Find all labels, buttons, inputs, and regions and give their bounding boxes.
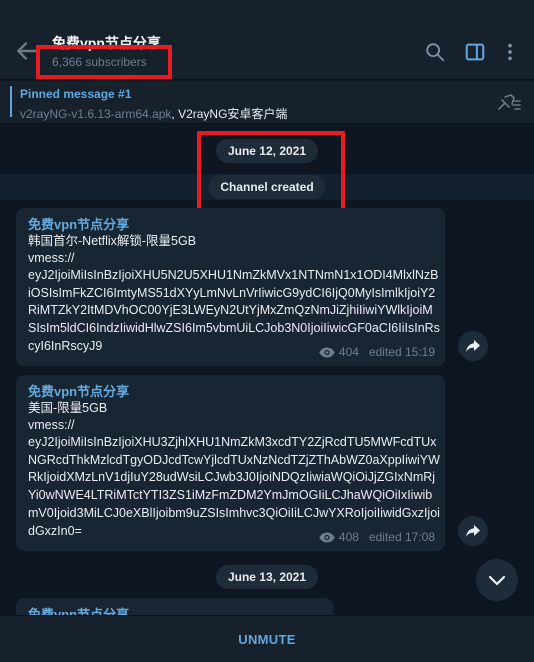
sidebar-icon[interactable]	[464, 41, 486, 63]
pinned-indicator	[10, 86, 12, 117]
unpin-list-icon[interactable]	[496, 91, 522, 113]
eye-icon	[319, 347, 335, 357]
message-meta: 408 edited 17:08	[319, 530, 435, 544]
chevron-down-icon	[488, 575, 506, 586]
message-meta: 404 edited 15:19	[319, 345, 435, 359]
pinned-preview: v2rayNG-v1.6.13-arm64.apk, V2rayNG安卓客户端	[20, 105, 287, 122]
message-config: eyJ2IjoiMiIsInBzIjoiXHU3ZjhlXHU1NmZkM3xc…	[28, 435, 440, 538]
share-button[interactable]	[458, 331, 488, 361]
message-sender[interactable]: 免费vpn节点分享	[28, 216, 433, 233]
view-count: 404	[338, 345, 359, 359]
scroll-down-button[interactable]	[476, 559, 518, 601]
pinned-message-bar[interactable]: Pinned message #1 v2rayNG-v1.6.13-arm64.…	[0, 81, 534, 124]
date-separator: June 13, 2021	[215, 565, 319, 589]
share-icon	[466, 525, 480, 537]
view-count: 408	[338, 530, 359, 544]
pinned-file-name: v2rayNG-v1.6.13-arm64.apk	[20, 107, 172, 121]
edited-time: edited 15:19	[368, 345, 435, 359]
message-protocol: vmess://	[28, 251, 75, 265]
message-protocol: vmess://	[28, 418, 75, 432]
share-icon	[466, 340, 480, 352]
message-bubble[interactable]: 免费vpn节点分享 韩国首尔-Netflix解锁-限量5GB vmess:// …	[16, 208, 445, 366]
subscriber-highlight-box	[36, 45, 172, 79]
edited-time: edited 17:08	[368, 530, 435, 544]
message-title: 韩国首尔-Netflix解锁-限量5GB	[28, 234, 197, 248]
message-config: eyJ2IjoiMiIsInBzIjoiXHU5N2U5XHU1NmZkMVx1…	[28, 268, 440, 353]
message-bubble[interactable]: 免费vpn节点分享 美国-限量5GB vmess:// eyJ2IjoiMiIs…	[16, 375, 445, 551]
channel-created-highlight-box	[197, 131, 345, 217]
pinned-label: Pinned message #1	[20, 87, 132, 101]
eye-icon	[319, 532, 335, 542]
message-title: 美国-限量5GB	[28, 401, 108, 415]
pinned-text: , V2rayNG安卓客户端	[171, 107, 288, 121]
share-button[interactable]	[458, 516, 488, 546]
unmute-button[interactable]: UNMUTE	[0, 616, 534, 662]
message-sender[interactable]: 免费vpn节点分享	[28, 383, 433, 400]
more-icon[interactable]	[499, 41, 521, 63]
search-icon[interactable]	[424, 41, 446, 63]
footer-bar: UNMUTE	[0, 615, 534, 662]
